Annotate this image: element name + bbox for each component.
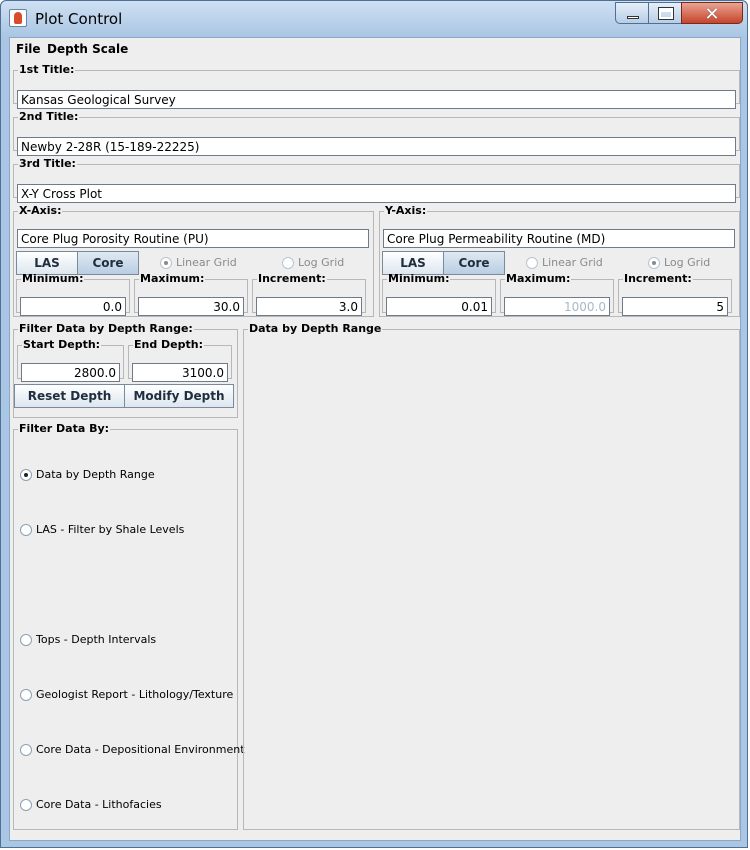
radio-dot bbox=[20, 634, 32, 646]
radio-dot bbox=[20, 469, 32, 481]
title-bar[interactable]: Plot Control ✕ bbox=[1, 1, 747, 37]
radio-dot bbox=[20, 524, 32, 536]
depth-filter-label: Filter Data by Depth Range: bbox=[19, 322, 193, 335]
second-title-group: 2nd Title: bbox=[13, 110, 740, 156]
y-axis-label: Y-Axis: bbox=[385, 204, 427, 217]
depth-filter-group: Filter Data by Depth Range: Start Depth:… bbox=[13, 323, 238, 418]
x-axis-variable-input[interactable] bbox=[17, 229, 369, 248]
minimize-icon bbox=[627, 16, 639, 19]
second-title-label: 2nd Title: bbox=[19, 110, 79, 123]
radio-dot bbox=[526, 257, 538, 269]
radio-dot bbox=[648, 257, 660, 269]
x-axis-maximum-group: Maximum: bbox=[134, 272, 248, 316]
radio-dot bbox=[160, 257, 172, 269]
menu-depth-scale[interactable]: Depth Scale bbox=[47, 42, 128, 56]
client-area: File Depth Scale 1st Title: 2nd Title: 3… bbox=[9, 37, 741, 841]
end-depth-group: End Depth: bbox=[128, 338, 232, 382]
start-depth-input[interactable] bbox=[21, 363, 120, 382]
x-axis-increment-input[interactable] bbox=[256, 297, 362, 316]
third-title-label: 3rd Title: bbox=[19, 157, 76, 170]
end-depth-label: End Depth: bbox=[134, 338, 204, 351]
close-icon: ✕ bbox=[704, 4, 720, 25]
menu-bar: File Depth Scale bbox=[10, 38, 740, 60]
menu-file[interactable]: File bbox=[16, 42, 41, 56]
y-axis-variable-input[interactable] bbox=[383, 229, 735, 248]
x-axis-increment-group: Increment: bbox=[252, 272, 366, 316]
first-title-input[interactable] bbox=[17, 90, 736, 109]
y-axis-minimum-group: Minimum: bbox=[382, 272, 496, 316]
x-axis-minimum-group: Minimum: bbox=[16, 272, 130, 316]
y-axis-increment-group: Increment: bbox=[618, 272, 732, 316]
x-axis-maximum-label: Maximum: bbox=[140, 272, 205, 285]
filter-by-group: Filter Data By: Data by Depth Range LAS … bbox=[13, 422, 245, 830]
modify-depth-button[interactable]: Modify Depth bbox=[124, 384, 234, 408]
x-axis-minimum-input[interactable] bbox=[20, 297, 126, 316]
first-title-group: 1st Title: bbox=[13, 63, 740, 109]
end-depth-input[interactable] bbox=[132, 363, 228, 382]
y-axis-core-button[interactable]: Core bbox=[443, 251, 505, 275]
radio-dot bbox=[20, 689, 32, 701]
third-title-group: 3rd Title: bbox=[13, 157, 740, 203]
y-axis-minimum-input[interactable] bbox=[386, 297, 492, 316]
second-title-input[interactable] bbox=[17, 137, 736, 156]
y-axis-group: Y-Axis: LAS Core Linear Grid Log Grid Mi… bbox=[379, 205, 740, 317]
y-axis-maximum-label: Maximum: bbox=[506, 272, 571, 285]
x-axis-core-button[interactable]: Core bbox=[77, 251, 139, 275]
reset-depth-button[interactable]: Reset Depth bbox=[14, 384, 125, 408]
third-title-input[interactable] bbox=[17, 184, 736, 203]
start-depth-group: Start Depth: bbox=[17, 338, 124, 382]
x-axis-group: X-Axis: LAS Core Linear Grid Log Grid Mi… bbox=[13, 205, 374, 317]
y-axis-maximum-group: Maximum: bbox=[500, 272, 614, 316]
maximize-icon bbox=[658, 7, 674, 20]
start-depth-label: Start Depth: bbox=[23, 338, 101, 351]
y-axis-increment-input[interactable] bbox=[622, 297, 728, 316]
filter-by-label: Filter Data By: bbox=[19, 422, 110, 435]
data-by-depth-panel: Data by Depth Range bbox=[243, 323, 740, 830]
minimize-button[interactable] bbox=[615, 2, 649, 24]
window-title: Plot Control bbox=[35, 10, 123, 28]
java-app-icon bbox=[9, 9, 27, 27]
y-axis-maximum-input[interactable] bbox=[504, 297, 610, 316]
x-axis-maximum-input[interactable] bbox=[138, 297, 244, 316]
maximize-button[interactable] bbox=[648, 2, 682, 24]
radio-dot bbox=[20, 799, 32, 811]
x-axis-increment-label: Increment: bbox=[258, 272, 326, 285]
close-button[interactable]: ✕ bbox=[681, 2, 743, 25]
radio-dot bbox=[20, 744, 32, 756]
y-axis-increment-label: Increment: bbox=[624, 272, 692, 285]
plot-control-window: Plot Control ✕ File Depth Scale 1st Titl… bbox=[0, 0, 748, 848]
first-title-label: 1st Title: bbox=[19, 63, 75, 76]
data-by-depth-label: Data by Depth Range bbox=[249, 322, 382, 335]
radio-dot bbox=[282, 257, 294, 269]
x-axis-label: X-Axis: bbox=[19, 204, 62, 217]
y-axis-minimum-label: Minimum: bbox=[388, 272, 450, 285]
x-axis-minimum-label: Minimum: bbox=[22, 272, 84, 285]
